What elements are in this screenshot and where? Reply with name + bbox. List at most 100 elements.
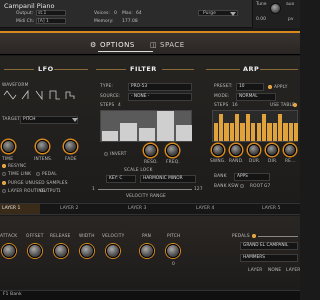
layer-tab[interactable]: LAYER 2: [60, 206, 78, 211]
bank-label: BANK: [214, 174, 227, 179]
filter-knob-label: FREQ.: [166, 160, 180, 165]
pedals-toggle[interactable]: [252, 234, 256, 238]
lfo-intens-knob[interactable]: [36, 140, 49, 153]
arp-step-bar[interactable]: [213, 123, 218, 141]
arp-step-bar[interactable]: [251, 123, 256, 141]
arp-preset-select[interactable]: 10: [236, 83, 264, 91]
arp-step-bar[interactable]: [256, 123, 261, 141]
offset-knob[interactable]: [28, 244, 42, 258]
arp-preset-value: 10: [239, 84, 245, 89]
arp-step-bar[interactable]: [283, 123, 288, 141]
layer-tab[interactable]: LAYER 1: [2, 206, 20, 211]
resync-toggle[interactable]: [2, 164, 6, 168]
midi-value: [A] 1: [38, 19, 49, 24]
arp-step-bar[interactable]: [288, 123, 294, 141]
tab-options[interactable]: OPTIONS: [100, 41, 135, 49]
release-knob[interactable]: [54, 244, 68, 258]
pedal-label: PEDAL: [42, 172, 57, 177]
filter-step-graph[interactable]: [100, 110, 192, 142]
arp-apply-toggle[interactable]: [268, 85, 272, 89]
arp-step-bar[interactable]: [267, 123, 272, 141]
time-link-toggle[interactable]: [2, 172, 6, 176]
bank-ksw-toggle[interactable]: [240, 184, 244, 188]
filter-source-label: SOURCE:: [100, 94, 121, 99]
layer-tab[interactable]: LAYER 5: [262, 206, 280, 211]
purge-unused-label: PURGE UNUSED SAMPLES: [8, 181, 68, 186]
filter-type-select[interactable]: PRO-53: [128, 83, 192, 91]
output-label: Output:: [16, 11, 34, 16]
filter-step-bar[interactable]: [175, 124, 192, 141]
lfo-knob-label: FADE: [65, 157, 77, 162]
filter-title-line-left: [96, 69, 126, 70]
use-table-toggle[interactable]: [293, 103, 297, 107]
arp-dur-knob[interactable]: [248, 144, 260, 156]
attack-knob[interactable]: [2, 244, 16, 258]
filter-step-bar[interactable]: [138, 127, 156, 141]
aux-label[interactable]: aux: [286, 2, 294, 7]
waveform-icons: [3, 89, 75, 101]
arp-dir-knob[interactable]: [266, 144, 278, 156]
purge-unused-toggle[interactable]: [2, 181, 6, 185]
memory-label: Memory:: [94, 19, 114, 24]
filter-step-bar[interactable]: [157, 111, 174, 141]
filter-type-value: PRO-53: [131, 84, 148, 89]
root-value[interactable]: G7: [264, 184, 270, 189]
arp-re-knob[interactable]: [284, 144, 296, 156]
pitch-knob[interactable]: [166, 244, 180, 258]
sample-select-2[interactable]: HAMMERS: [240, 254, 298, 262]
chevron-down-icon: [230, 12, 236, 16]
arp-knob-label: RAND.: [229, 159, 244, 164]
filter-freq-knob[interactable]: [166, 144, 179, 157]
scale-select[interactable]: HARMONIC MINOR: [140, 175, 196, 183]
lfo-fade-knob[interactable]: [64, 140, 77, 153]
arp-step-graph[interactable]: [212, 110, 299, 142]
arp-step-bar[interactable]: [261, 114, 267, 141]
sample-select-1[interactable]: GRAND EL CAMPANIL: [240, 242, 298, 250]
filter-step-bar[interactable]: [120, 123, 137, 141]
filter-steps-value[interactable]: 4: [118, 103, 121, 108]
routing-output-value[interactable]: 1: [58, 189, 61, 194]
velocity-range-slider[interactable]: [98, 189, 192, 190]
target-select[interactable]: PITCH: [20, 116, 78, 124]
layer-routing-toggle[interactable]: [2, 189, 6, 193]
waveform-selector[interactable]: [2, 89, 78, 101]
arp-rand-knob[interactable]: [230, 144, 242, 156]
layer-link-value[interactable]: NONE: [268, 268, 281, 273]
layer-tab[interactable]: LAYER 3: [128, 206, 146, 211]
arp-swing-knob[interactable]: [212, 144, 224, 156]
arp-step-bar[interactable]: [245, 114, 251, 141]
pedal-toggle[interactable]: [36, 172, 40, 176]
filter-step-bar[interactable]: [102, 130, 119, 141]
filter-invert-toggle[interactable]: [104, 152, 108, 156]
bank-select[interactable]: APPS: [234, 173, 270, 181]
key-select[interactable]: KEY: C: [106, 175, 136, 183]
tune-knob[interactable]: [270, 3, 281, 14]
tab-space[interactable]: SPACE: [160, 41, 185, 49]
pedals-slider[interactable]: [258, 236, 298, 237]
arp-mode-select[interactable]: NORMAL: [236, 93, 276, 101]
arp-step-bar[interactable]: [272, 123, 277, 141]
arp-step-bar[interactable]: [235, 114, 240, 141]
velocity-knob[interactable]: [106, 244, 120, 258]
arp-step-bar[interactable]: [294, 123, 299, 141]
filter-source-value: - NONE -: [131, 94, 150, 99]
arp-step-bar[interactable]: [218, 114, 224, 141]
arp-step-bar[interactable]: [229, 123, 234, 141]
arp-steps-value[interactable]: 16: [232, 103, 238, 108]
arp-preset-label: PRESET:: [214, 84, 233, 89]
bank-ksw-label: BANK KSW: [214, 184, 239, 189]
lfo-time-knob[interactable]: [2, 140, 15, 153]
arp-step-bar[interactable]: [278, 114, 283, 141]
max-value[interactable]: 64: [136, 11, 142, 16]
filter-source-select[interactable]: - NONE -: [128, 93, 192, 101]
layer-tab[interactable]: LAYER 4: [196, 206, 214, 211]
width-knob[interactable]: [80, 244, 94, 258]
resync-label: RESYNC: [8, 164, 27, 169]
arp-step-bar[interactable]: [224, 123, 229, 141]
pv-label[interactable]: pv: [288, 17, 294, 22]
filter-reso-knob[interactable]: [144, 144, 157, 157]
pan-knob[interactable]: [140, 244, 154, 258]
lfo-title-line-right: [54, 69, 88, 70]
arp-step-bar[interactable]: [240, 123, 245, 141]
bottom-knob-label: OFFSET: [26, 234, 44, 239]
